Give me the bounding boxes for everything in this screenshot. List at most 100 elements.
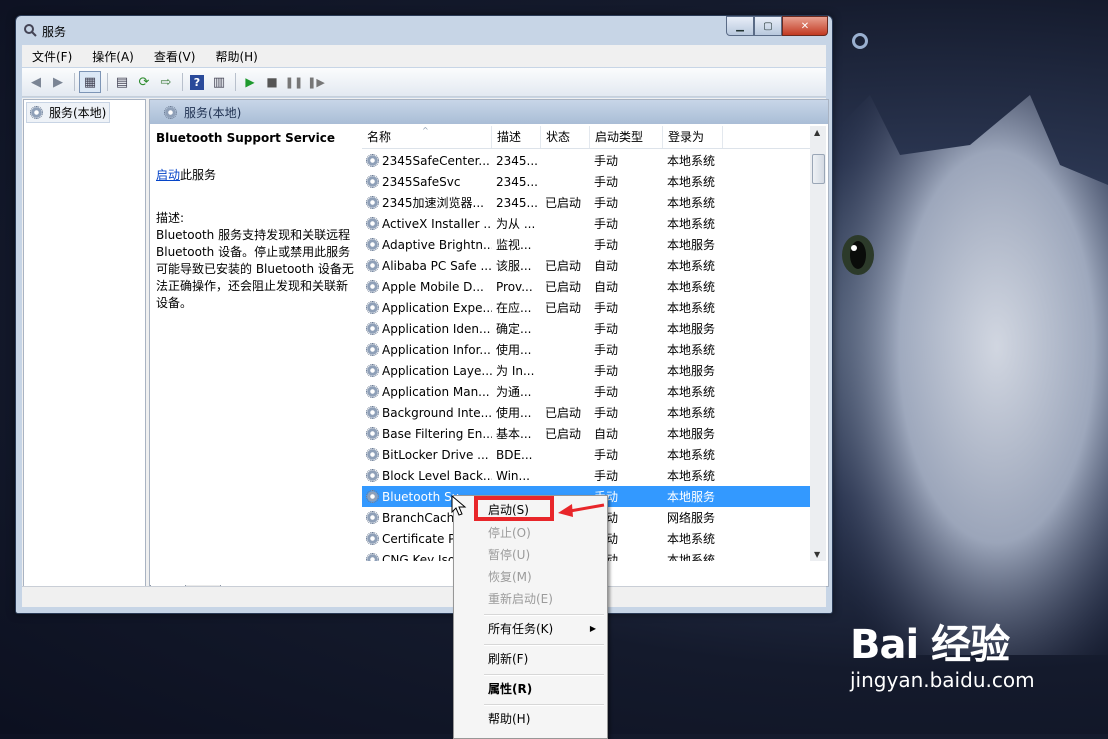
tree-item-services-local[interactable]: 服务(本地) [26, 102, 111, 123]
column-name[interactable]: 名称 ^ [362, 126, 492, 148]
status-bar [22, 586, 826, 607]
export-list-button[interactable]: ⇨ [156, 72, 176, 92]
console-tree: 服务(本地) [23, 99, 146, 587]
scroll-up-arrow-icon[interactable]: ▲ [814, 128, 820, 137]
cell-text: Win... [496, 468, 530, 483]
services-gear-icon [164, 105, 177, 119]
start-service-button[interactable]: ▶ [240, 72, 260, 92]
cell-text: BitLocker Drive ... [382, 447, 489, 462]
cell-name: Application Expe... [362, 300, 492, 315]
menu-item-all-tasks[interactable]: 所有任务(K) ▶ [456, 618, 604, 640]
menu-separator [484, 644, 604, 646]
cell-text: 手动 [594, 385, 619, 399]
cell-text: 已启动 [545, 301, 582, 315]
mouse-cursor-icon [451, 495, 467, 516]
menu-separator [484, 614, 604, 616]
menu-view[interactable]: 查看(V) [144, 48, 206, 65]
menu-item-help[interactable]: 帮助(H) [456, 708, 604, 730]
column-startup-type[interactable]: 启动类型 [590, 126, 663, 148]
table-row[interactable]: Application Expe... 在应... 已启动 手动 本地系统 [362, 297, 810, 318]
table-row[interactable]: Background Inte... 使用... 已启动 手动 本地系统 [362, 402, 810, 423]
cell-text: 2345加速浏览器... [382, 196, 484, 210]
cell-startup-type: 手动 [590, 446, 663, 463]
title-bar[interactable]: 服务 ▁ ▢ ✕ [16, 16, 832, 44]
minimize-button[interactable]: ▁ [726, 16, 754, 36]
service-gear-icon [366, 237, 379, 251]
cell-log-on-as: 本地服务 [663, 488, 723, 505]
start-service-link[interactable]: 启动 [156, 168, 180, 182]
window-title: 服务 [42, 25, 67, 39]
properties-button[interactable]: ▤ [112, 72, 132, 92]
forward-button[interactable]: ▶ [48, 72, 68, 92]
cell-text: 本地系统 [667, 448, 716, 462]
cell-text: 本地系统 [667, 301, 716, 315]
services-window: 服务 ▁ ▢ ✕ 文件(F) 操作(A) 查看(V) 帮助(H) ◀ ▶ ▦ ▤… [15, 15, 833, 614]
menu-help[interactable]: 帮助(H) [205, 48, 267, 65]
service-gear-icon [366, 153, 379, 167]
sort-ascending-icon: ^ [422, 126, 429, 135]
table-row[interactable]: Adaptive Brightn... 监视... 手动 本地服务 [362, 234, 810, 255]
scrollbar-thumb[interactable] [812, 154, 825, 184]
table-row[interactable]: 2345SafeSvc 2345... 手动 本地系统 [362, 171, 810, 192]
table-row[interactable]: Application Iden... 确定... 手动 本地服务 [362, 318, 810, 339]
table-row[interactable]: Apple Mobile D... Prov... 已启动 自动 本地系统 [362, 276, 810, 297]
service-gear-icon [366, 321, 379, 335]
cell-description: 确定... [492, 320, 541, 337]
table-row[interactable]: Application Laye... 为 In... 手动 本地服务 [362, 360, 810, 381]
table-row[interactable]: Application Man... 为通... 手动 本地系统 [362, 381, 810, 402]
minimize-icon: ▁ [736, 20, 744, 32]
refresh-button[interactable]: ⟳ [134, 72, 154, 92]
cell-text: 使用... [496, 343, 532, 357]
cell-text: 已启动 [545, 427, 582, 441]
panel-header-title: 服务(本地) [184, 105, 242, 120]
maximize-button[interactable]: ▢ [754, 16, 782, 36]
cell-text: 本地服务 [667, 427, 716, 441]
menu-bar: 文件(F) 操作(A) 查看(V) 帮助(H) [22, 45, 826, 67]
help-button[interactable]: ? [187, 72, 207, 92]
restart-service-button[interactable]: ❚▶ [306, 72, 326, 92]
submenu-arrow-icon: ▶ [589, 624, 596, 633]
cell-log-on-as: 本地服务 [663, 236, 723, 253]
stop-service-button[interactable]: ■ [262, 72, 282, 92]
cell-status: 已启动 [541, 278, 590, 295]
table-row[interactable]: Application Infor... 使用... 手动 本地系统 [362, 339, 810, 360]
table-row[interactable]: ActiveX Installer ... 为从 ... 手动 本地系统 [362, 213, 810, 234]
cell-name: Application Man... [362, 384, 492, 399]
table-row[interactable]: Base Filtering En... 基本... 已启动 自动 本地服务 [362, 423, 810, 444]
table-row[interactable]: BitLocker Drive ... BDE... 手动 本地系统 [362, 444, 810, 465]
cell-text: Application Infor... [382, 342, 491, 357]
menu-action[interactable]: 操作(A) [82, 48, 144, 65]
column-status[interactable]: 状态 [541, 126, 590, 148]
menu-item-properties[interactable]: 属性(R) [456, 678, 604, 700]
cell-text: 手动 [594, 448, 619, 462]
cell-log-on-as: 本地系统 [663, 383, 723, 400]
table-row[interactable]: Alibaba PC Safe ... 该服... 已启动 自动 本地系统 [362, 255, 810, 276]
cell-name: Alibaba PC Safe ... [362, 258, 492, 273]
close-button[interactable]: ✕ [782, 16, 828, 36]
show-action-pane-button[interactable]: ▥ [209, 72, 229, 92]
cell-text: 2345... [496, 153, 538, 168]
start-service-suffix: 此服务 [180, 168, 217, 182]
show-hide-console-tree-button[interactable]: ▦ [79, 71, 101, 93]
pause-service-button[interactable]: ❚❚ [284, 72, 304, 92]
table-row[interactable]: 2345SafeCenter... 2345... 手动 本地系统 [362, 150, 810, 171]
column-description[interactable]: 描述 [492, 126, 541, 148]
vertical-scrollbar[interactable]: ▲ ▼ [810, 126, 826, 561]
cell-text: 本地系统 [667, 469, 716, 483]
maximize-icon: ▢ [763, 20, 773, 32]
cell-log-on-as: 本地服务 [663, 425, 723, 442]
cell-text: 2345SafeCenter... [382, 153, 490, 168]
cell-startup-type: 手动 [590, 362, 663, 379]
back-button[interactable]: ◀ [26, 72, 46, 92]
column-log-on-as[interactable]: 登录为 [663, 126, 723, 148]
properties-icon: ▤ [115, 74, 129, 90]
cell-text: 本地系统 [667, 280, 716, 294]
scroll-down-arrow-icon[interactable]: ▼ [814, 550, 820, 559]
menu-file[interactable]: 文件(F) [22, 48, 82, 65]
help-icon: ? [190, 74, 204, 90]
table-row[interactable]: 2345加速浏览器... 2345... 已启动 手动 本地系统 [362, 192, 810, 213]
service-gear-icon [366, 279, 379, 293]
table-row[interactable]: Block Level Back... Win... 手动 本地系统 [362, 465, 810, 486]
cell-description: 监视... [492, 236, 541, 253]
menu-item-refresh[interactable]: 刷新(F) [456, 648, 604, 670]
